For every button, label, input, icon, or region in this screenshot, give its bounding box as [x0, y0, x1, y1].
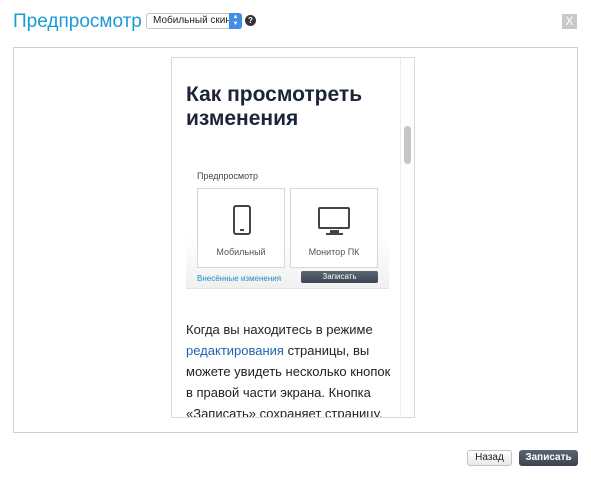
- screenshot-save-button: Записать: [301, 271, 378, 283]
- preview-screenshot: Предпросмотр Мобильный Монитор ПК Внесён…: [186, 164, 389, 289]
- preview-body-text: Когда вы находитесь в режиме редактирова…: [186, 319, 398, 417]
- skin-select[interactable]: Мобильный скин ▲ ▼: [146, 13, 242, 29]
- select-arrows-icon: ▲ ▼: [229, 13, 242, 29]
- dialog-title: Предпросмотр: [13, 11, 142, 32]
- back-button[interactable]: Назад: [467, 450, 512, 466]
- preview-scrollbar[interactable]: [400, 58, 414, 417]
- mobile-preview: Как просмотреть изменения Предпросмотр М…: [171, 57, 415, 418]
- mobile-label: Мобильный: [216, 247, 266, 257]
- save-button[interactable]: Записать: [519, 450, 578, 466]
- changes-link: Внесённые изменения: [197, 274, 282, 283]
- screenshot-label: Предпросмотр: [197, 171, 259, 181]
- monitor-icon: [318, 207, 350, 235]
- body-text-start: Когда вы находитесь в режиме: [186, 322, 373, 337]
- smartphone-icon: [233, 205, 251, 235]
- skin-select-value: Мобильный скин: [153, 15, 231, 26]
- help-icon[interactable]: ?: [245, 15, 256, 26]
- scrollbar-thumb[interactable]: [404, 126, 411, 164]
- mobile-device-card: Мобильный: [197, 188, 285, 268]
- preview-heading: Как просмотреть изменения: [186, 83, 363, 130]
- desktop-label: Монитор ПК: [308, 247, 360, 257]
- editing-link[interactable]: редактирования: [186, 343, 284, 358]
- desktop-device-card: Монитор ПК: [290, 188, 378, 268]
- close-button[interactable]: X: [562, 14, 577, 29]
